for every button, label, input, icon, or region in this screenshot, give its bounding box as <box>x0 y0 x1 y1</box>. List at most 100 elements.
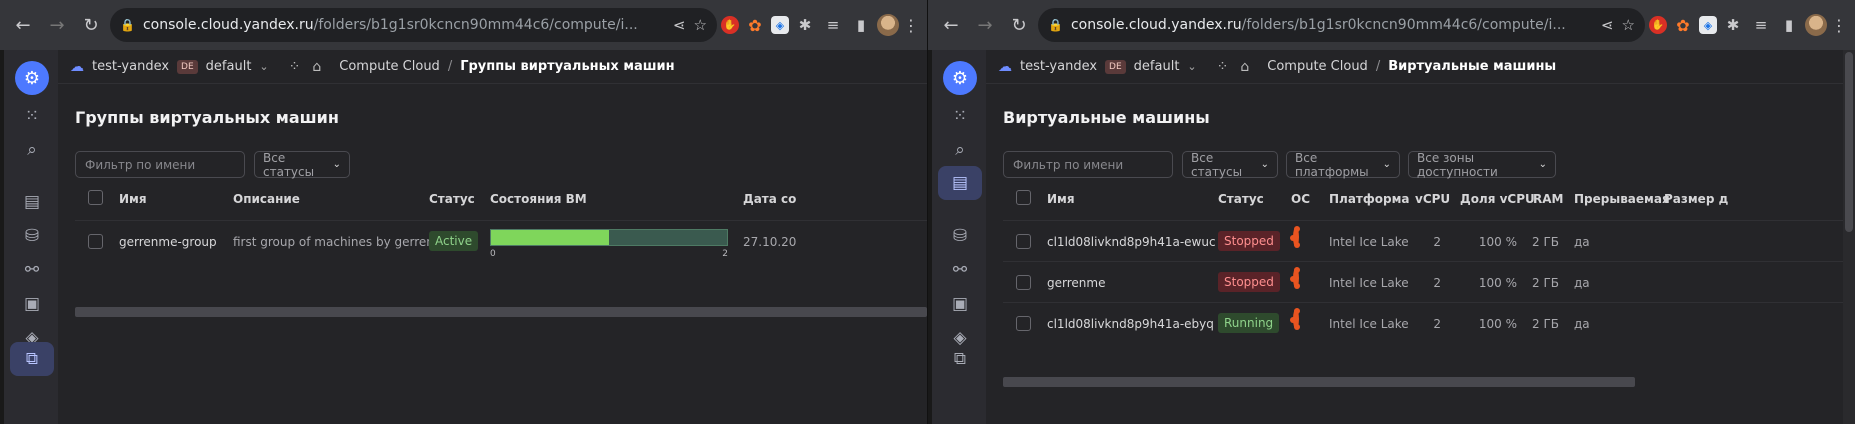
vm-ram: 2 ГБ <box>1532 317 1559 331</box>
col-name[interactable]: Имя <box>1047 192 1075 206</box>
folder-name[interactable]: default <box>1134 59 1180 74</box>
col-ram[interactable]: RAM <box>1533 192 1563 206</box>
crumb-separator: / <box>447 59 453 74</box>
horizontal-scrollbar[interactable] <box>75 307 927 317</box>
share-icon[interactable]: ⋖ <box>673 16 686 34</box>
cloud-name[interactable]: test-yandex <box>1020 59 1097 74</box>
table-row[interactable]: gerrenme-group first group of machines b… <box>75 220 927 262</box>
col-status[interactable]: Статус <box>429 192 475 206</box>
row-checkbox[interactable] <box>1016 275 1031 293</box>
crumb-separator: / <box>1375 59 1381 74</box>
vm-name[interactable]: gerrenme <box>1047 276 1105 290</box>
reload-icon[interactable]: ↻ <box>1004 10 1034 40</box>
vm-name[interactable]: cl1ld08livknd8p9h41a-ebyq <box>1047 317 1214 331</box>
nodes-icon[interactable]: ⁘ <box>1217 59 1229 75</box>
chevron-down-icon[interactable]: ⌄ <box>1187 60 1196 73</box>
media-queue-icon[interactable]: ≡ <box>821 13 845 37</box>
col-preemptible[interactable]: Прерываемая <box>1574 192 1670 206</box>
vertical-scrollbar[interactable] <box>1843 50 1855 424</box>
side-panel-icon[interactable]: ▮ <box>1777 13 1801 37</box>
media-queue-icon[interactable]: ≡ <box>1749 13 1773 37</box>
vm-vcpu-share: 100 % <box>1478 317 1517 331</box>
chevron-down-icon[interactable]: ⌄ <box>259 60 268 73</box>
vm-states-scale: 0 2 <box>490 249 728 259</box>
folder-badge: DE <box>1105 59 1126 74</box>
cloud-icon: ☁ <box>70 58 84 75</box>
breadcrumb: ☁ test-yandex DE default ⌄ ⁘ ⌂ Compute C… <box>986 50 1855 84</box>
col-status[interactable]: Статус <box>1218 192 1264 206</box>
group-name[interactable]: gerrenme-group <box>119 235 217 249</box>
extension-blue-icon[interactable]: ◈ <box>1699 16 1717 34</box>
row-checkbox[interactable] <box>88 234 103 252</box>
home-icon[interactable]: ⌂ <box>1240 59 1249 75</box>
home-icon[interactable]: ⌂ <box>312 59 321 75</box>
table-row[interactable]: cl1ld08livknd8p9h41a-ebyq Running Intel Ic… <box>1003 302 1855 344</box>
bookmark-star-icon[interactable]: ☆ <box>694 16 707 34</box>
address-bar[interactable]: 🔒 console.cloud.yandex.ru/folders/b1g1sr… <box>110 8 717 42</box>
lock-icon: 🔒 <box>120 18 135 32</box>
back-icon[interactable]: ← <box>936 10 966 40</box>
profile-avatar[interactable] <box>877 14 899 36</box>
row-checkbox[interactable] <box>1016 234 1031 252</box>
extension-fire-icon[interactable]: ✿ <box>743 13 767 37</box>
profile-avatar[interactable] <box>1805 14 1827 36</box>
cloud-name[interactable]: test-yandex <box>92 59 169 74</box>
status-dropdown[interactable]: Все статусы ⌄ <box>1182 150 1278 179</box>
vm-name[interactable]: cl1ld08livknd8p9h41a-ewuc <box>1047 235 1216 249</box>
col-vcpu[interactable]: vCPU <box>1415 192 1450 206</box>
instance-groups-icon[interactable]: ⧉ <box>10 342 54 376</box>
address-bar[interactable]: 🔒 console.cloud.yandex.ru/folders/b1g1sr… <box>1038 8 1645 42</box>
share-icon[interactable]: ⋖ <box>1601 16 1614 34</box>
forward-icon[interactable]: → <box>970 10 1000 40</box>
extension-red-icon[interactable]: ✋ <box>721 16 739 34</box>
chevron-down-icon: ⌄ <box>1260 159 1269 170</box>
crumb-service[interactable]: Compute Cloud <box>1267 59 1368 74</box>
scale-min: 0 <box>490 249 496 259</box>
search-icon[interactable]: ⌕ <box>10 130 54 170</box>
row-checkbox[interactable] <box>1016 316 1031 334</box>
table-row[interactable]: cl1ld08livknd8p9h41a-ewuc Stopped Intel Ic… <box>1003 220 1855 262</box>
extension-blue-icon[interactable]: ◈ <box>771 16 789 34</box>
yandex-cloud-logo-icon[interactable]: ⚙ <box>10 58 54 98</box>
back-icon[interactable]: ← <box>8 10 38 40</box>
reload-icon[interactable]: ↻ <box>76 10 106 40</box>
status-dropdown-label: Все статусы <box>1191 150 1243 179</box>
select-all-checkbox[interactable] <box>88 190 103 208</box>
horizontal-scrollbar[interactable] <box>1003 377 1635 387</box>
crumb-current: Виртуальные машины <box>1388 59 1557 74</box>
vm-list-icon[interactable]: ▤ <box>938 166 982 200</box>
crumb-service[interactable]: Compute Cloud <box>339 59 440 74</box>
platform-dropdown[interactable]: Все платформы ⌄ <box>1286 151 1400 179</box>
side-panel-icon[interactable]: ▮ <box>849 13 873 37</box>
puzzle-icon[interactable]: ✱ <box>793 13 817 37</box>
select-all-checkbox[interactable] <box>1016 190 1031 208</box>
search-icon[interactable]: ⌕ <box>938 130 982 170</box>
status-badge: Running <box>1218 313 1280 333</box>
menu-kebab-icon[interactable]: ⋮ <box>903 16 919 35</box>
zone-dropdown[interactable]: Все зоны доступности ⌄ <box>1408 151 1556 179</box>
col-vcpu-share[interactable]: Доля vCPU <box>1460 192 1535 206</box>
col-platform[interactable]: Платформа <box>1329 192 1410 206</box>
name-filter-input[interactable]: Фильтр по имени <box>75 151 245 178</box>
forward-icon[interactable]: → <box>42 10 72 40</box>
col-name[interactable]: Имя <box>119 192 147 206</box>
col-date[interactable]: Дата со <box>743 192 796 206</box>
instance-groups-icon[interactable]: ⧉ <box>938 342 982 376</box>
col-os[interactable]: ОС <box>1291 192 1310 206</box>
col-description[interactable]: Описание <box>233 192 300 206</box>
puzzle-icon[interactable]: ✱ <box>1721 13 1745 37</box>
folder-name[interactable]: default <box>206 59 252 74</box>
yandex-cloud-logo-icon[interactable]: ⚙ <box>938 58 982 98</box>
menu-kebab-icon[interactable]: ⋮ <box>1831 16 1847 35</box>
extension-fire-icon[interactable]: ✿ <box>1671 13 1695 37</box>
col-vm-states[interactable]: Состояния ВМ <box>490 192 587 206</box>
nodes-icon[interactable]: ⁘ <box>289 59 301 75</box>
extension-red-icon[interactable]: ✋ <box>1649 16 1667 34</box>
status-dropdown[interactable]: Все статусы ⌄ <box>254 151 350 179</box>
scrollbar-thumb[interactable] <box>1845 52 1853 232</box>
col-disk-size[interactable]: Размер д <box>1664 192 1728 206</box>
table-row[interactable]: gerrenme Stopped Intel Ice Lake 2 100 % 2 ГБ д… <box>1003 261 1855 303</box>
name-filter-input[interactable]: Фильтр по имени <box>1003 151 1173 178</box>
bookmark-star-icon[interactable]: ☆ <box>1622 16 1635 34</box>
main-content: ☁ test-yandex DE default ⌄ ⁘ ⌂ Compute C… <box>58 50 927 424</box>
